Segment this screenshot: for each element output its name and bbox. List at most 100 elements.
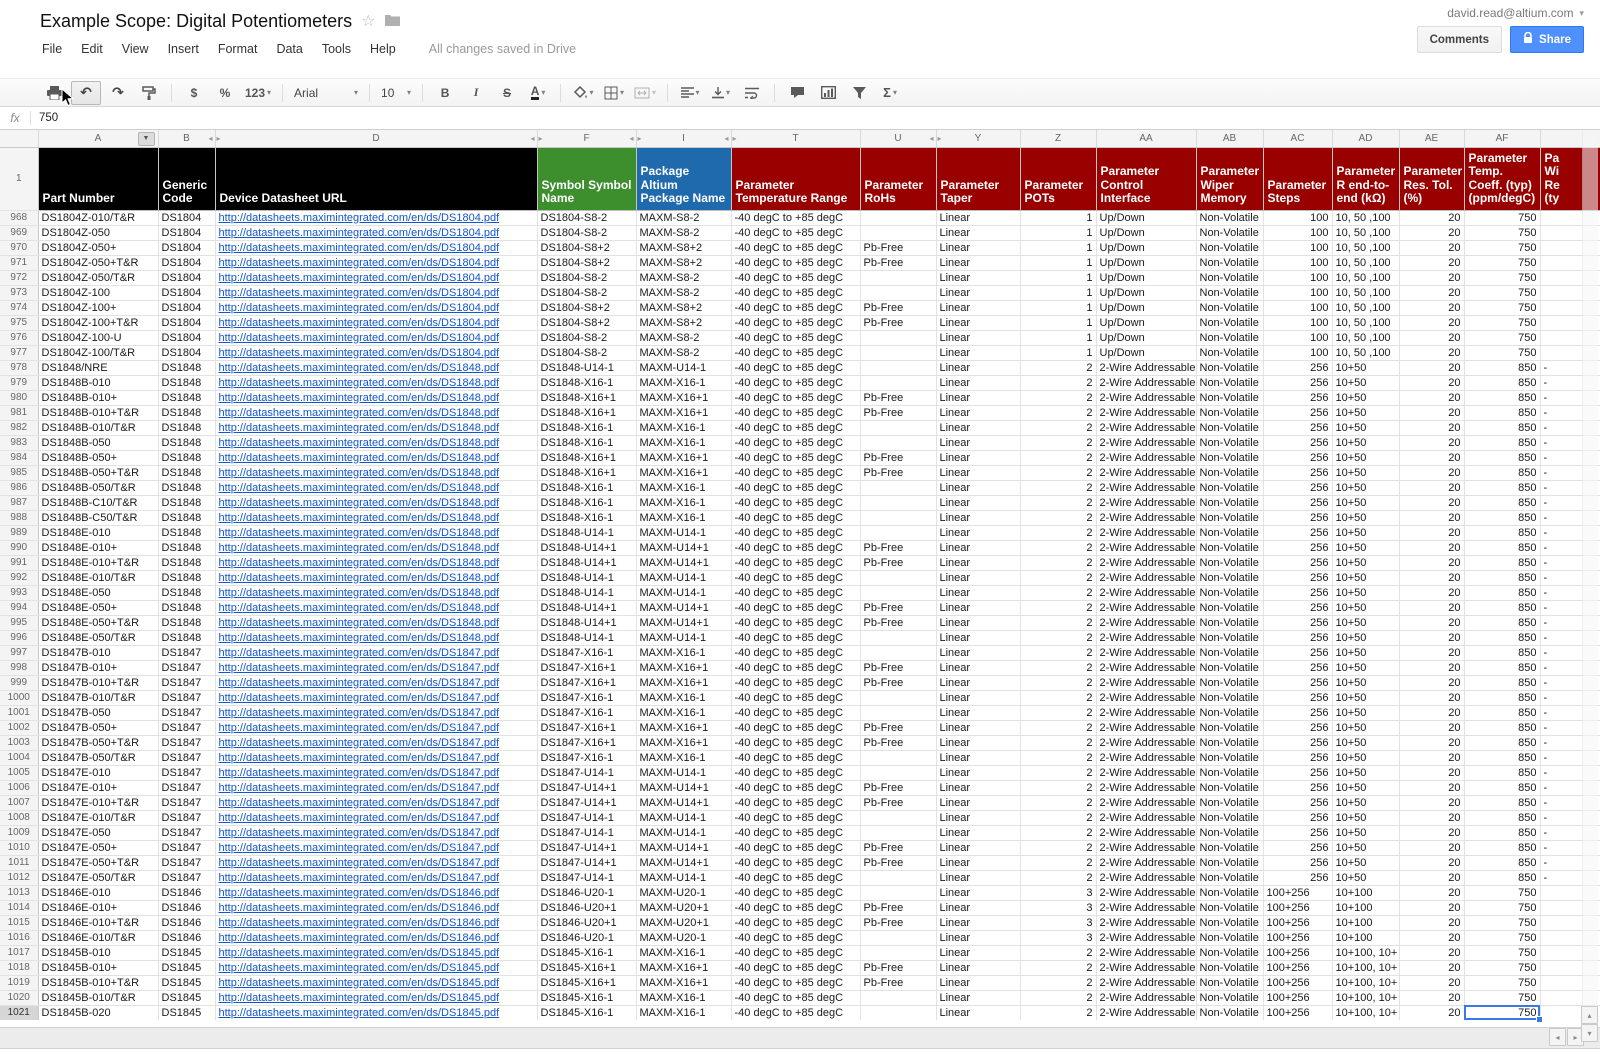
cell[interactable]: -40 degC to +85 degC: [731, 795, 860, 810]
cell[interactable]: Up/Down: [1096, 300, 1196, 315]
cell[interactable]: 10, 50 ,100: [1332, 300, 1399, 315]
cell[interactable]: DS1804Z-100+: [38, 300, 158, 315]
cell[interactable]: DS1848-U14-1: [537, 630, 636, 645]
cell[interactable]: 750: [1464, 885, 1540, 900]
cell[interactable]: 100: [1263, 345, 1332, 360]
column-header-I[interactable]: ▸I◂: [636, 130, 731, 147]
datasheet-link[interactable]: http://datasheets.maximintegrated.com/en…: [219, 527, 500, 539]
cell[interactable]: http://datasheets.maximintegrated.com/en…: [215, 930, 537, 945]
cell[interactable]: Linear: [936, 975, 1020, 990]
cell[interactable]: 10+50: [1332, 465, 1399, 480]
menu-view[interactable]: View: [122, 42, 149, 56]
column-header-AD[interactable]: AD: [1332, 130, 1399, 147]
cell[interactable]: http://datasheets.maximintegrated.com/en…: [215, 960, 537, 975]
datasheet-link[interactable]: http://datasheets.maximintegrated.com/en…: [219, 812, 500, 824]
cell[interactable]: 850: [1464, 465, 1540, 480]
datasheet-link[interactable]: http://datasheets.maximintegrated.com/en…: [219, 902, 500, 914]
cell[interactable]: DS1848B-C10/T&R: [38, 495, 158, 510]
header-cell[interactable]: Parameter Wiper Memory: [1196, 147, 1263, 210]
cell[interactable]: 20: [1399, 975, 1464, 990]
cell[interactable]: 850: [1464, 810, 1540, 825]
cell[interactable]: DS1845: [158, 945, 215, 960]
cell[interactable]: Pb-Free: [860, 465, 936, 480]
row-header[interactable]: 1001: [0, 705, 38, 720]
row-header[interactable]: 991: [0, 555, 38, 570]
cell[interactable]: -40 degC to +85 degC: [731, 885, 860, 900]
cell[interactable]: 10+50: [1332, 495, 1399, 510]
cell[interactable]: MAXM-U14-1: [636, 765, 731, 780]
datasheet-link[interactable]: http://datasheets.maximintegrated.com/en…: [219, 227, 500, 239]
cell[interactable]: DS1848: [158, 630, 215, 645]
cell[interactable]: 256: [1263, 600, 1332, 615]
cell[interactable]: 2-Wire Addressable: [1096, 555, 1196, 570]
cell[interactable]: -40 degC to +85 degC: [731, 1005, 860, 1020]
cell[interactable]: DS1848E-010/T&R: [38, 570, 158, 585]
cell[interactable]: -40 degC to +85 degC: [731, 270, 860, 285]
cell[interactable]: -40 degC to +85 degC: [731, 210, 860, 225]
cell[interactable]: -40 degC to +85 degC: [731, 945, 860, 960]
row-header[interactable]: 984: [0, 450, 38, 465]
datasheet-link[interactable]: http://datasheets.maximintegrated.com/en…: [219, 827, 500, 839]
italic-button[interactable]: I: [462, 82, 490, 104]
cell[interactable]: 10+100: [1332, 900, 1399, 915]
cell[interactable]: 850: [1464, 855, 1540, 870]
cell[interactable]: http://datasheets.maximintegrated.com/en…: [215, 675, 537, 690]
cell[interactable]: MAXM-S8-2: [636, 330, 731, 345]
cell[interactable]: 10+50: [1332, 810, 1399, 825]
cell[interactable]: Non-Volatile: [1196, 720, 1263, 735]
cell[interactable]: 10+100, 10+: [1332, 945, 1399, 960]
cell[interactable]: 750: [1464, 345, 1540, 360]
cell[interactable]: DS1847-U14+1: [537, 855, 636, 870]
cell[interactable]: http://datasheets.maximintegrated.com/en…: [215, 495, 537, 510]
cell[interactable]: [860, 870, 936, 885]
number-format-button[interactable]: 123▾: [242, 82, 274, 104]
cell[interactable]: [860, 495, 936, 510]
cell[interactable]: 20: [1399, 585, 1464, 600]
column-header-AB[interactable]: AB: [1196, 130, 1263, 147]
row-header[interactable]: 1020: [0, 990, 38, 1005]
cell[interactable]: -40 degC to +85 degC: [731, 915, 860, 930]
datasheet-link[interactable]: http://datasheets.maximintegrated.com/en…: [219, 707, 500, 719]
header-cell[interactable]: Device Datasheet URL: [215, 147, 537, 210]
row-header[interactable]: 1018: [0, 960, 38, 975]
cell[interactable]: 10+50: [1332, 855, 1399, 870]
cell[interactable]: DS1848: [158, 525, 215, 540]
datasheet-link[interactable]: http://datasheets.maximintegrated.com/en…: [219, 662, 500, 674]
cell[interactable]: 1: [1020, 300, 1096, 315]
row-header[interactable]: 968: [0, 210, 38, 225]
datasheet-link[interactable]: http://datasheets.maximintegrated.com/en…: [219, 617, 500, 629]
cell[interactable]: -40 degC to +85 degC: [731, 975, 860, 990]
cell[interactable]: 850: [1464, 765, 1540, 780]
cell[interactable]: 2: [1020, 780, 1096, 795]
cell[interactable]: Pb-Free: [860, 315, 936, 330]
cell[interactable]: DS1848B-010/T&R: [38, 420, 158, 435]
cell[interactable]: 2-Wire Addressable: [1096, 750, 1196, 765]
cell[interactable]: DS1848-U14+1: [537, 540, 636, 555]
hidden-columns-icon[interactable]: ▸: [638, 134, 642, 143]
cell[interactable]: DS1848: [158, 375, 215, 390]
cell[interactable]: MAXM-X16+1: [636, 675, 731, 690]
cell[interactable]: 2-Wire Addressable: [1096, 480, 1196, 495]
cell[interactable]: http://datasheets.maximintegrated.com/en…: [215, 270, 537, 285]
datasheet-link[interactable]: http://datasheets.maximintegrated.com/en…: [219, 407, 500, 419]
cell[interactable]: Pb-Free: [860, 390, 936, 405]
cell[interactable]: 20: [1399, 510, 1464, 525]
cell[interactable]: [860, 765, 936, 780]
row-header[interactable]: 979: [0, 375, 38, 390]
fill-handle[interactable]: [1536, 1016, 1543, 1023]
cell[interactable]: http://datasheets.maximintegrated.com/en…: [215, 825, 537, 840]
cell[interactable]: http://datasheets.maximintegrated.com/en…: [215, 375, 537, 390]
datasheet-link[interactable]: http://datasheets.maximintegrated.com/en…: [219, 752, 500, 764]
cell[interactable]: 256: [1263, 525, 1332, 540]
row-header[interactable]: 969: [0, 225, 38, 240]
cell[interactable]: DS1846-U20-1: [537, 930, 636, 945]
cell[interactable]: 850: [1464, 510, 1540, 525]
cell[interactable]: http://datasheets.maximintegrated.com/en…: [215, 735, 537, 750]
cell[interactable]: http://datasheets.maximintegrated.com/en…: [215, 480, 537, 495]
cell[interactable]: 850: [1464, 450, 1540, 465]
row-header[interactable]: 971: [0, 255, 38, 270]
cell[interactable]: DS1847E-050+: [38, 840, 158, 855]
column-header-AE[interactable]: AE: [1399, 130, 1464, 147]
cell[interactable]: DS1848-X16-1: [537, 435, 636, 450]
cell[interactable]: 256: [1263, 390, 1332, 405]
